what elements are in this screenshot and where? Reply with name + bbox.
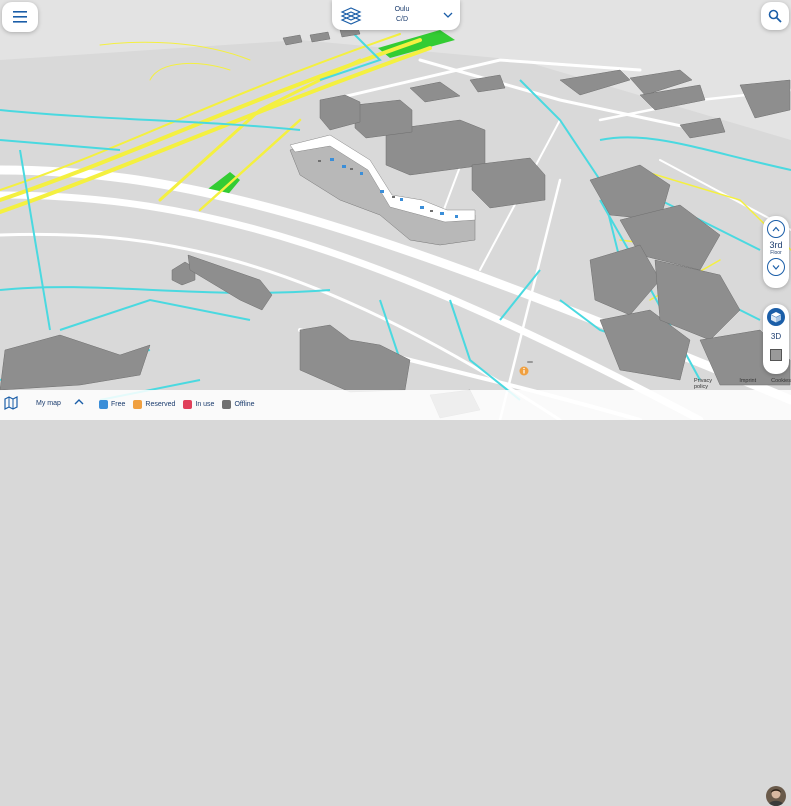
location-text: Oulu C/D [362,5,442,25]
status-legend: Free Reserved In use Offline [99,400,263,409]
my-map-label: My map [36,399,61,407]
map-canvas[interactable] [0,0,791,420]
map-icon [4,396,18,410]
location-city: Oulu [394,6,410,13]
location-building: C/D [395,16,409,23]
floor-up-button[interactable] [767,220,785,238]
legend-item-in-use: In use [183,400,214,409]
view-mode-label: 3D [770,332,782,341]
view-toggle[interactable] [770,349,782,361]
floor-label: Floor [770,250,782,256]
my-map-button[interactable]: My map [4,396,61,410]
legend-label: Free [111,401,126,408]
legend-label: Reserved [145,401,176,408]
cube-icon [771,312,781,323]
floor-number: 3rd [769,240,783,250]
poi-label [527,361,533,363]
chevron-up-icon [772,226,780,232]
hamburger-icon [13,11,27,23]
privacy-policy-link[interactable]: Privacy policy [694,378,724,390]
bottom-bar: My map Free Reserved In use Offline [0,390,791,806]
chevron-down-icon [772,265,780,270]
legend-label: Offline [234,401,255,408]
info-marker-icon[interactable] [519,366,529,376]
legend-item-offline: Offline [222,400,255,409]
legend-item-free: Free [99,400,125,409]
location-selector[interactable]: Oulu C/D [332,0,460,30]
footer-links: Privacy policy Imprint Cookies [694,378,791,390]
view-mode-panel: 3D [763,304,789,374]
avatar[interactable] [766,786,786,806]
legend-swatch [183,400,193,409]
building-icon [340,7,362,25]
chevron-up-icon[interactable] [74,398,84,406]
imprint-link[interactable]: Imprint [739,378,756,390]
floor-down-button[interactable] [767,258,785,276]
avatar-image [766,786,786,806]
floor-selector: 3rd Floor [763,216,789,288]
menu-button[interactable] [2,2,38,32]
search-button[interactable] [761,2,789,30]
view-3d-button[interactable] [767,308,785,326]
legend-label: In use [195,401,215,408]
legend-item-reserved: Reserved [133,400,175,409]
legend-swatch [133,400,143,409]
legend-swatch [99,400,108,409]
cookies-link[interactable]: Cookies [771,378,791,390]
legend-swatch [222,400,232,409]
chevron-down-icon [443,12,453,18]
search-icon [768,9,782,23]
